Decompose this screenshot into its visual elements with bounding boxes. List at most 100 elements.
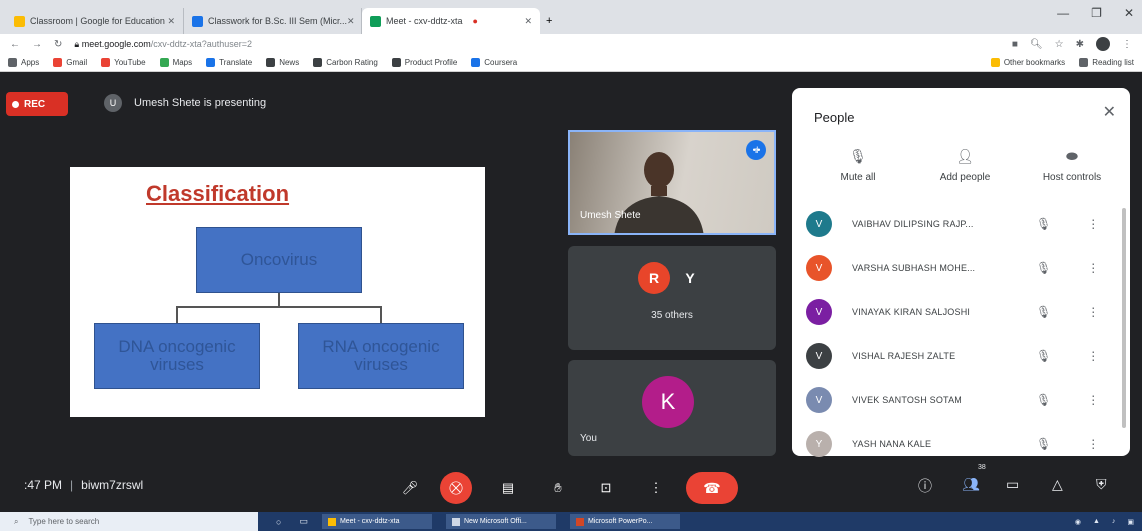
taskbar-app-powerpoint[interactable]: Microsoft PowerPo... (569, 514, 680, 529)
reload-icon[interactable]: ↻ (54, 39, 62, 50)
maps-icon (159, 58, 169, 67)
list-item[interactable]: V VINAYAK KIRAN SALJOSHI 🎙︎ ⋮ (806, 290, 1124, 334)
bookmark-news[interactable]: News (266, 58, 299, 67)
mute-all-button[interactable]: 🎙︎ Mute all (810, 148, 906, 183)
connector-line (380, 306, 382, 323)
close-icon[interactable]: ✕ (347, 16, 355, 27)
scrollbar[interactable] (1122, 208, 1126, 428)
activities-icon[interactable]: △ (1052, 476, 1063, 493)
raise-hand-button[interactable]: ✋︎ (542, 472, 574, 504)
volume-icon[interactable]: ♪ (1112, 518, 1116, 525)
list-item[interactable]: V VAIBHAV DILIPSING RAJP... 🎙︎ ⋮ (806, 202, 1124, 246)
close-icon[interactable]: ✕ (167, 16, 175, 27)
hand-icon: ✋︎ (554, 480, 562, 495)
browser-tab-meet[interactable]: Meet - cxv-ddtz-xta ● ✕ (362, 8, 540, 34)
list-item[interactable]: V VISHAL RAJESH ZALTE 🎙︎ ⋮ (806, 334, 1124, 378)
action-label: Mute all (840, 172, 876, 183)
close-icon[interactable]: ✕ (1103, 102, 1116, 122)
camera-off-button[interactable]: ⛒ (440, 472, 472, 504)
captions-button[interactable]: ▤ (492, 472, 524, 504)
present-screen-icon: ⊡ (600, 480, 612, 495)
bookmark-favicon-icon (313, 58, 323, 67)
chrome-icon (327, 517, 336, 526)
mic-off-icon[interactable]: 🎙︎ (1036, 305, 1051, 319)
mic-off-icon[interactable]: 🎙︎ (1036, 437, 1051, 451)
powerpoint-icon (575, 517, 584, 526)
more-options-icon[interactable]: ⋮ (1087, 217, 1099, 231)
url-field[interactable]: 🔒︎ meet.google.com/cxv-ddtz-xta?authuser… (74, 39, 252, 50)
extensions-icon[interactable]: ✱ (1076, 39, 1084, 50)
meeting-details-icon[interactable]: ⓘ (918, 476, 932, 496)
bookmark-carbon-rating[interactable]: Carbon Rating (313, 58, 378, 67)
zoom-icon[interactable]: 🔍︎ (1030, 39, 1043, 50)
more-options-icon[interactable]: ⋮ (1087, 349, 1099, 363)
mic-off-icon[interactable]: 🎙︎ (1036, 393, 1051, 407)
list-item[interactable]: V VARSHA SUBHASH MOHE... 🎙︎ ⋮ (806, 246, 1124, 290)
menu-icon[interactable]: ⋮ (1122, 39, 1132, 50)
bookmark-label: Gmail (66, 58, 88, 67)
profile-avatar[interactable] (1096, 37, 1110, 51)
others-count-label: 35 others (651, 310, 693, 321)
presenter-video-tile[interactable]: •ıl• Umesh Shete (568, 130, 776, 235)
os-taskbar: ⌕ Type here to search ○ ▭ Meet - cxv-ddt… (0, 512, 1142, 531)
mic-off-icon[interactable]: 🎙︎ (1036, 217, 1051, 231)
back-icon[interactable]: ← (10, 39, 20, 50)
task-view-icon[interactable]: ▭ (299, 516, 308, 527)
people-icon[interactable]: 👥︎ (962, 476, 980, 493)
list-item[interactable]: Y YASH NANA KALE 🎙︎ ⋮ (806, 422, 1124, 466)
taskbar-app-chrome[interactable]: Meet - cxv-ddtz-xta (321, 514, 432, 529)
bookmark-label: News (279, 58, 300, 67)
bookmark-product-profile[interactable]: Product Profile (391, 58, 457, 67)
mic-off-icon[interactable]: 🎙︎ (1036, 349, 1051, 363)
network-icon[interactable]: ▲ (1093, 518, 1100, 525)
bookmark-maps[interactable]: Maps (159, 58, 192, 67)
minimize-icon[interactable]: — (1057, 6, 1069, 20)
more-options-icon[interactable]: ⋮ (1087, 305, 1099, 319)
bookmark-youtube[interactable]: YouTube (101, 58, 146, 67)
new-tab-icon[interactable]: + (546, 15, 552, 27)
forward-icon[interactable]: → (32, 39, 42, 50)
reading-list[interactable]: Reading list (1079, 58, 1134, 67)
close-window-icon[interactable]: ✕ (1124, 6, 1134, 20)
present-button[interactable]: ⊡ (590, 472, 622, 504)
notifications-icon[interactable]: ▣ (1127, 518, 1134, 526)
tray-icon[interactable]: ◉ (1075, 518, 1081, 526)
star-icon[interactable]: ☆ (1055, 39, 1064, 50)
maximize-icon[interactable]: ❐ (1091, 6, 1102, 20)
other-bookmarks[interactable]: Other bookmarks (990, 58, 1065, 67)
system-tray: ◉ ▲ ♪ ▣ (1075, 518, 1142, 526)
list-item[interactable]: V VIVEK SANTOSH SOTAM 🎙︎ ⋮ (806, 378, 1124, 422)
others-tile[interactable]: R Y 35 others (568, 246, 776, 350)
host-controls-button[interactable]: ⬬ Host controls (1024, 148, 1120, 183)
bookmark-translate[interactable]: Translate (206, 58, 252, 67)
microphone-button[interactable]: 🎤︎ (394, 472, 426, 504)
add-people-button[interactable]: 👤︎ Add people (917, 148, 1013, 183)
taskbar-search[interactable]: ⌕ Type here to search (0, 512, 258, 531)
bookmark-coursera[interactable]: Coursera (471, 58, 517, 67)
classroom-favicon-icon (192, 15, 203, 27)
mic-off-icon[interactable]: 🎙︎ (1036, 261, 1051, 275)
bookmark-apps[interactable]: Apps (8, 58, 39, 67)
more-options-button[interactable]: ⋮ (640, 472, 672, 504)
self-video-tile[interactable]: K You (568, 360, 776, 456)
participant-name: YASH NANA KALE (852, 439, 932, 449)
meeting-code: biwm7zrswl (81, 478, 144, 492)
person-add-icon: 👤︎ (956, 148, 974, 164)
cortana-icon[interactable]: ○ (276, 517, 281, 527)
camera-off-icon: ⛒ (449, 480, 463, 495)
chat-icon[interactable]: ▭ (1006, 476, 1019, 493)
close-icon[interactable]: ✕ (524, 16, 532, 27)
taskbar-app-office[interactable]: New Microsoft Offi... (445, 514, 556, 529)
action-label: Add people (939, 172, 991, 183)
browser-tab-classwork[interactable]: Classwork for B.Sc. III Sem (Micr... ✕ (184, 8, 362, 34)
more-options-icon[interactable]: ⋮ (1087, 437, 1099, 451)
bookmark-gmail[interactable]: Gmail (53, 58, 87, 67)
camera-indicator-icon[interactable]: ■ (1012, 39, 1018, 50)
host-controls-icon[interactable]: ⛨ (1096, 476, 1107, 493)
more-options-icon[interactable]: ⋮ (1087, 261, 1099, 275)
people-actions: 🎙︎ Mute all 👤︎ Add people ⬬ Host control… (810, 148, 1120, 183)
url-domain: meet.google.com (81, 38, 151, 49)
more-options-icon[interactable]: ⋮ (1087, 393, 1099, 407)
browser-tab-classroom[interactable]: Classroom | Google for Education ✕ (6, 8, 184, 34)
leave-call-button[interactable]: ☎︎ (686, 472, 738, 504)
